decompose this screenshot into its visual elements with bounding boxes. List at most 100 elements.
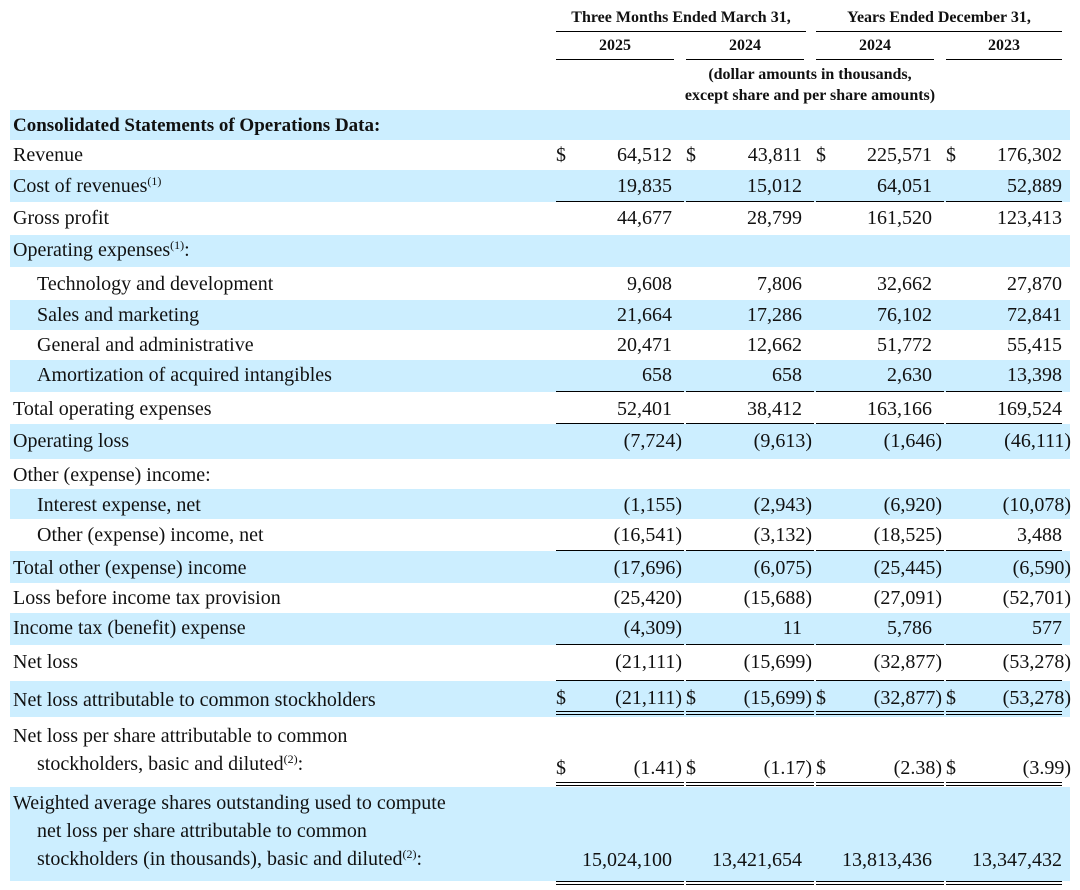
value-cell: 64,512 — [617, 144, 672, 166]
total-double-rule — [556, 711, 684, 715]
total-double-rule — [686, 711, 814, 715]
header-rule-three-months — [556, 31, 806, 32]
value-cell: (1,155) — [623, 494, 682, 516]
row-label: Operating loss — [13, 430, 130, 452]
table-row: Interest expense, net (1,155) (2,943) (6… — [10, 489, 1071, 519]
value-cell: (1.17) — [763, 757, 812, 779]
row-label: Interest expense, net — [37, 494, 201, 516]
total-double-rule — [946, 782, 1062, 786]
value-cell: (32,877) — [873, 687, 942, 709]
value-cell: 11 — [782, 617, 802, 639]
row-label: Income tax (benefit) expense — [13, 617, 246, 639]
dollar-sign: $ — [686, 757, 696, 779]
total-double-rule — [686, 881, 814, 885]
table-row: Gross profit 44,677 28,799 161,520 123,4… — [10, 202, 1070, 235]
row-label: General and administrative — [37, 334, 254, 356]
table-row: Net loss attributable to common stockhol… — [10, 681, 1071, 717]
dollar-sign: $ — [556, 757, 566, 779]
value-cell: 13,398 — [1007, 364, 1062, 386]
year-rule-3 — [816, 59, 934, 60]
value-cell: (2.38) — [893, 757, 942, 779]
table-row: Technology and development 9,608 7,806 3… — [10, 267, 1070, 300]
value-cell: 28,799 — [747, 207, 802, 229]
value-cell: (3.99) — [1022, 757, 1071, 779]
value-cell: (53,278) — [1002, 651, 1071, 673]
value-cell: 43,811 — [747, 144, 802, 166]
row-label: Other (expense) income: — [13, 464, 211, 486]
footnote-marker: (1) — [147, 173, 162, 188]
table-row: Loss before income tax provision (25,420… — [10, 583, 1071, 613]
row-label: Weighted average shares outstanding used… — [13, 792, 446, 870]
value-cell: 15,012 — [747, 175, 802, 197]
dollar-sign: $ — [556, 144, 566, 166]
year-2025: 2025 — [599, 37, 631, 54]
value-cell: 658 — [772, 364, 802, 386]
total-double-rule — [816, 782, 944, 786]
value-cell: 176,302 — [997, 144, 1062, 166]
value-cell: 163,166 — [867, 398, 932, 420]
year-rule-1 — [556, 59, 674, 60]
dollar-sign: $ — [686, 687, 696, 709]
value-cell: 13,813,436 — [842, 849, 932, 871]
table-row: Other (expense) income: — [10, 459, 1070, 489]
value-cell: 123,413 — [997, 207, 1062, 229]
value-cell: (9,613) — [753, 430, 812, 452]
value-cell: 27,870 — [1007, 273, 1062, 295]
value-cell: (21,111) — [615, 651, 682, 673]
table-row: Total operating expenses 52,401 38,412 1… — [10, 392, 1070, 424]
row-label: Total operating expenses — [13, 398, 212, 420]
value-cell: (10,078) — [1002, 494, 1071, 516]
dollar-sign: $ — [946, 687, 956, 709]
value-cell: 169,524 — [997, 398, 1062, 420]
value-cell: 55,415 — [1007, 334, 1062, 356]
row-label: Net loss — [13, 651, 78, 673]
table-row: Operating loss (7,724) (9,613) (1,646) (… — [10, 424, 1071, 459]
value-cell: 44,677 — [617, 207, 672, 229]
row-label: Total other (expense) income — [13, 557, 247, 579]
value-cell: (15,699) — [743, 687, 812, 709]
row-label: Sales and marketing — [37, 304, 200, 326]
value-cell: (6,075) — [753, 557, 812, 579]
dollar-sign: $ — [556, 687, 566, 709]
value-cell: 51,772 — [877, 334, 932, 356]
table-row: Income tax (benefit) expense (4,309) 11 … — [10, 613, 1070, 645]
total-double-rule — [946, 881, 1062, 885]
table-row: Net loss (21,111) (15,699) (32,877) (53,… — [10, 645, 1071, 681]
value-cell: 72,841 — [1007, 304, 1062, 326]
year-2023: 2023 — [988, 37, 1020, 54]
value-cell: 5,786 — [887, 617, 932, 639]
footnote-marker: (2) — [402, 846, 417, 861]
dollar-sign: $ — [816, 687, 826, 709]
footnote-marker: (1) — [170, 237, 185, 252]
table-row: Operating expenses(1): — [10, 235, 1070, 267]
value-cell: (25,420) — [613, 587, 682, 609]
total-double-rule — [816, 711, 944, 715]
value-cell: 225,571 — [867, 144, 932, 166]
total-double-rule — [946, 711, 1062, 715]
value-cell: (52,701) — [1002, 587, 1071, 609]
table-row: Sales and marketing 21,664 17,286 76,102… — [10, 300, 1070, 330]
value-cell: 658 — [642, 364, 672, 386]
dollar-sign: $ — [686, 144, 696, 166]
value-cell: 9,608 — [627, 273, 672, 295]
dollar-sign: $ — [816, 757, 826, 779]
table-row: Amortization of acquired intangibles 658… — [10, 360, 1070, 392]
row-label: Net loss per share attributable to commo… — [13, 725, 348, 775]
value-cell: 21,664 — [617, 304, 672, 326]
row-label: Gross profit — [13, 207, 110, 229]
row-label: Amortization of acquired intangibles — [37, 364, 332, 386]
value-cell: (21,111) — [615, 687, 682, 709]
value-cell: 3,488 — [1017, 524, 1062, 546]
value-cell: (17,696) — [613, 557, 682, 579]
value-cell: 38,412 — [747, 398, 802, 420]
row-label: Other (expense) income, net — [37, 524, 264, 546]
dollar-sign: $ — [946, 144, 956, 166]
value-cell: (46,111) — [1004, 430, 1071, 452]
value-cell: 52,401 — [617, 398, 672, 420]
total-double-rule — [816, 881, 944, 885]
dollar-sign: $ — [816, 144, 826, 166]
total-double-rule — [556, 782, 684, 786]
value-cell: (32,877) — [873, 651, 942, 673]
value-cell: (7,724) — [623, 430, 682, 452]
footnote-marker: (2) — [283, 751, 298, 766]
